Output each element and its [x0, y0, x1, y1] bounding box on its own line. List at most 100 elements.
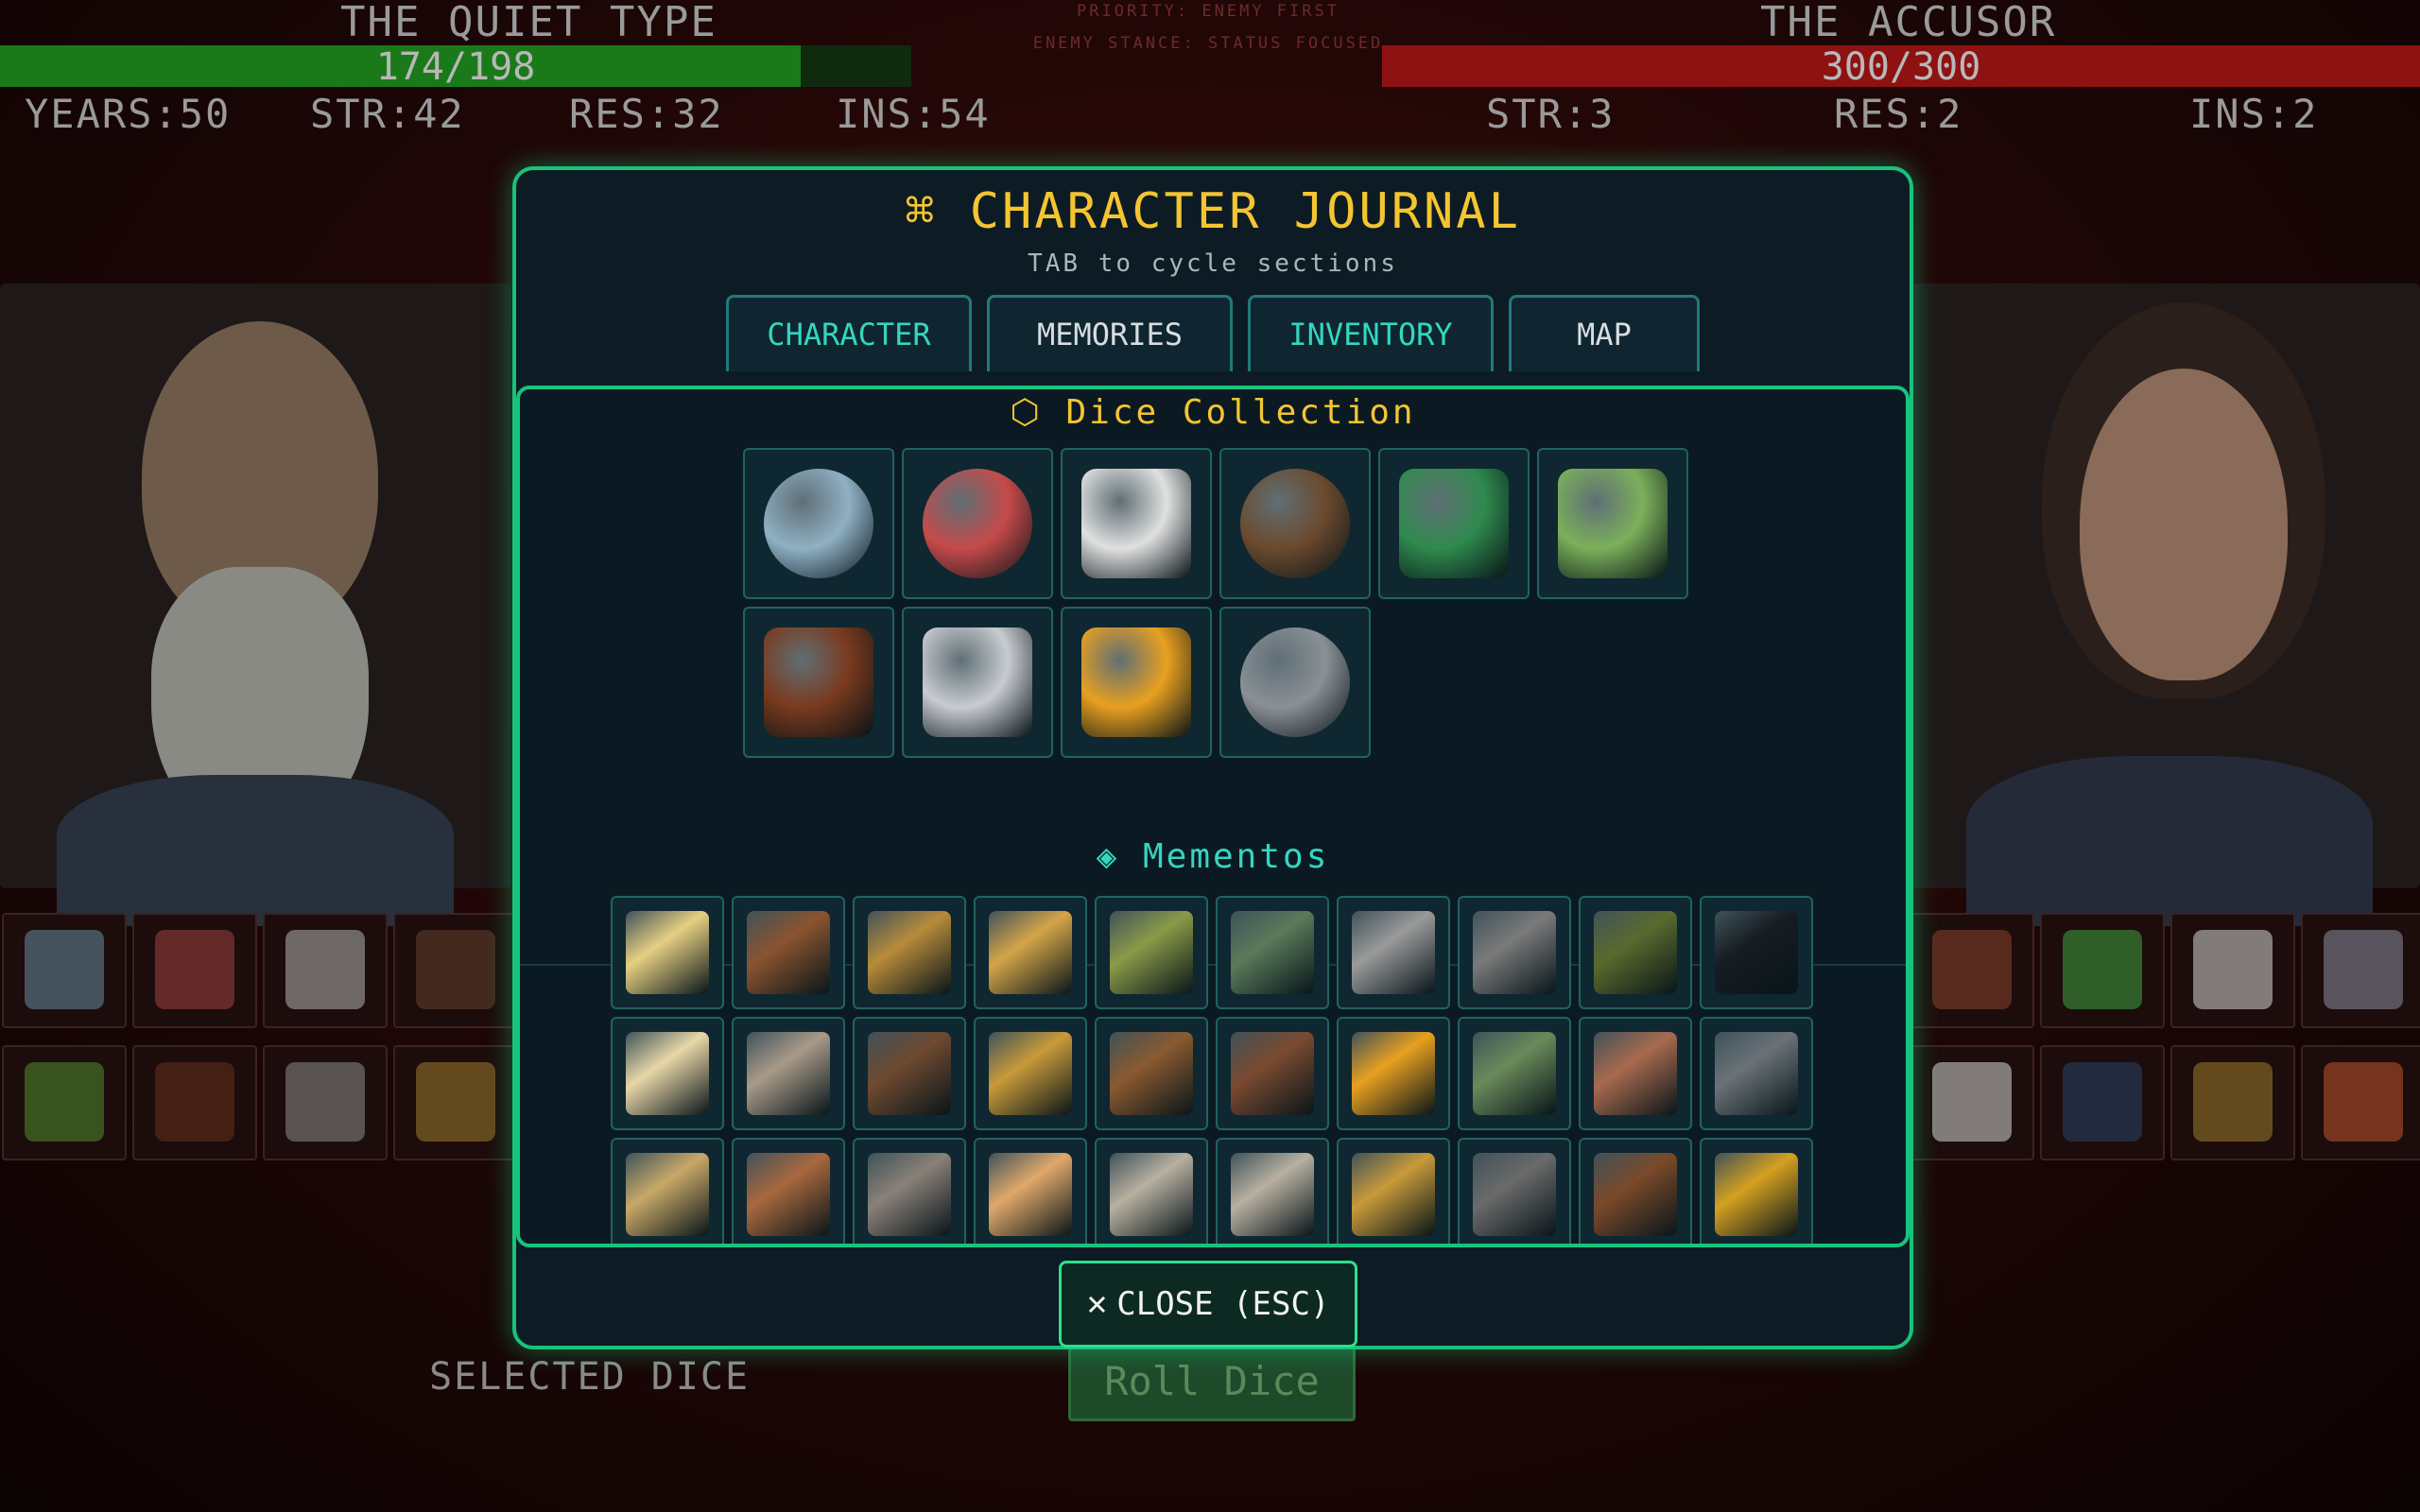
memento-item[interactable] — [1337, 1138, 1450, 1244]
tab-memories[interactable]: MEMORIES — [987, 295, 1233, 371]
memento-item[interactable] — [1700, 1017, 1813, 1130]
tray-die-slot[interactable] — [1910, 1045, 2034, 1160]
dice-item[interactable] — [1219, 607, 1371, 758]
tray-die-slot[interactable] — [132, 1045, 257, 1160]
tray-die-slot[interactable] — [2301, 1045, 2420, 1160]
gold-ring-icon — [1715, 1153, 1798, 1236]
tray-die-slot[interactable] — [2, 913, 127, 1028]
tray-die-slot[interactable] — [263, 913, 388, 1028]
selected-dice-label: SELECTED DICE — [429, 1355, 751, 1399]
dice-item[interactable] — [1378, 448, 1530, 599]
mementos-title: ◈ Mementos — [520, 837, 1906, 876]
dice-item[interactable] — [743, 607, 894, 758]
graduation-diploma-icon — [626, 1032, 709, 1115]
section-divider — [520, 964, 1906, 966]
tray-die-slot[interactable] — [132, 913, 257, 1028]
rainbow-shield-die-icon — [923, 469, 1032, 578]
dice-item[interactable] — [902, 448, 1053, 599]
tray-die-slot[interactable] — [2, 1045, 127, 1160]
memento-item[interactable] — [1216, 1138, 1329, 1244]
dice-item[interactable] — [1061, 607, 1212, 758]
memento-item[interactable] — [853, 1017, 966, 1130]
winged-white-die-icon — [1081, 469, 1191, 578]
tray-die-slot[interactable] — [2170, 1045, 2295, 1160]
tray-die-slot[interactable] — [2170, 913, 2295, 1028]
enemy-stat-res: RES:2 — [1834, 91, 1963, 137]
journal-title: ⌘ CHARACTER JOURNAL — [516, 183, 1910, 240]
memento-item[interactable] — [732, 1138, 845, 1244]
memento-item[interactable] — [611, 896, 724, 1009]
memento-item[interactable] — [1216, 896, 1329, 1009]
green-gold-die-icon — [1399, 469, 1509, 578]
memento-item[interactable] — [1579, 1138, 1692, 1244]
journal-title-text: CHARACTER JOURNAL — [969, 183, 1521, 240]
tray-die-slot[interactable] — [393, 913, 518, 1028]
fountain-pen-icon — [1110, 1032, 1193, 1115]
memento-item[interactable] — [611, 1017, 724, 1130]
memento-item[interactable] — [1095, 1017, 1208, 1130]
dice-item[interactable] — [743, 448, 894, 599]
white-die-icon — [923, 627, 1032, 737]
tray-die-slot[interactable] — [263, 1045, 388, 1160]
memento-item[interactable] — [1337, 896, 1450, 1009]
disco-ball-die-icon — [764, 469, 873, 578]
money-stack-icon — [1473, 1032, 1556, 1115]
note-frame-icon — [1231, 1032, 1314, 1115]
gold-halo-die-icon — [1081, 627, 1191, 737]
teddy-bear-icon — [747, 911, 830, 994]
tab-map[interactable]: MAP — [1509, 295, 1700, 371]
memento-item[interactable] — [974, 1017, 1087, 1130]
player-stat-res: RES:32 — [569, 91, 724, 137]
tray-die-icon — [25, 1062, 104, 1142]
memento-item[interactable] — [1700, 1138, 1813, 1244]
journal-panel[interactable]: ⬡ Dice Collection ◈ Mementos — [516, 386, 1910, 1247]
close-label: CLOSE (ESC) — [1116, 1285, 1330, 1323]
tray-die-icon — [2324, 930, 2403, 1009]
dice-item[interactable] — [1537, 448, 1688, 599]
roll-dice-button[interactable]: Roll Dice — [1068, 1342, 1356, 1421]
close-button[interactable]: ✕ CLOSE (ESC) — [1059, 1261, 1357, 1348]
memento-item[interactable] — [974, 1138, 1087, 1244]
tab-character[interactable]: CHARACTER — [726, 295, 972, 371]
envelope-icon — [989, 1153, 1072, 1236]
wallet-icon — [1594, 1032, 1677, 1115]
player-name: THE QUIET TYPE — [340, 0, 717, 46]
memento-item[interactable] — [732, 1017, 845, 1130]
dice-item[interactable] — [902, 607, 1053, 758]
memento-item[interactable] — [1700, 896, 1813, 1009]
memento-item[interactable] — [611, 1138, 724, 1244]
dice-item[interactable] — [1061, 448, 1212, 599]
memento-item[interactable] — [974, 896, 1087, 1009]
locket-icon — [868, 911, 951, 994]
tray-die-slot[interactable] — [2040, 913, 2165, 1028]
memento-item[interactable] — [1337, 1017, 1450, 1130]
memento-item[interactable] — [1458, 1138, 1571, 1244]
tray-die-icon — [416, 930, 495, 1009]
tray-die-slot[interactable] — [393, 1045, 518, 1160]
dice-item[interactable] — [1219, 448, 1371, 599]
tray-die-icon — [155, 1062, 234, 1142]
tray-die-icon — [2063, 1062, 2142, 1142]
tray-die-slot[interactable] — [1910, 913, 2034, 1028]
cash-box-icon — [1473, 911, 1556, 994]
tray-die-icon — [2063, 930, 2142, 1009]
flask-icon — [747, 1032, 830, 1115]
tray-die-icon — [416, 1062, 495, 1142]
memento-item[interactable] — [853, 1138, 966, 1244]
memento-item[interactable] — [732, 896, 845, 1009]
memento-item[interactable] — [1458, 1017, 1571, 1130]
tab-inventory[interactable]: INVENTORY — [1248, 295, 1494, 371]
tray-die-icon — [1932, 1062, 2012, 1142]
enemy-name: THE ACCUSOR — [1760, 0, 2057, 46]
memento-item[interactable] — [853, 896, 966, 1009]
tray-die-slot[interactable] — [2301, 913, 2420, 1028]
memento-item[interactable] — [1216, 1017, 1329, 1130]
memento-item[interactable] — [1579, 896, 1692, 1009]
memento-item[interactable] — [1095, 896, 1208, 1009]
memento-item[interactable] — [1458, 896, 1571, 1009]
enemy-portrait — [1910, 284, 2420, 926]
memento-item[interactable] — [1579, 1017, 1692, 1130]
tray-die-slot[interactable] — [2040, 1045, 2165, 1160]
memento-item[interactable] — [1095, 1138, 1208, 1244]
green-gem-die-icon — [1558, 469, 1668, 578]
